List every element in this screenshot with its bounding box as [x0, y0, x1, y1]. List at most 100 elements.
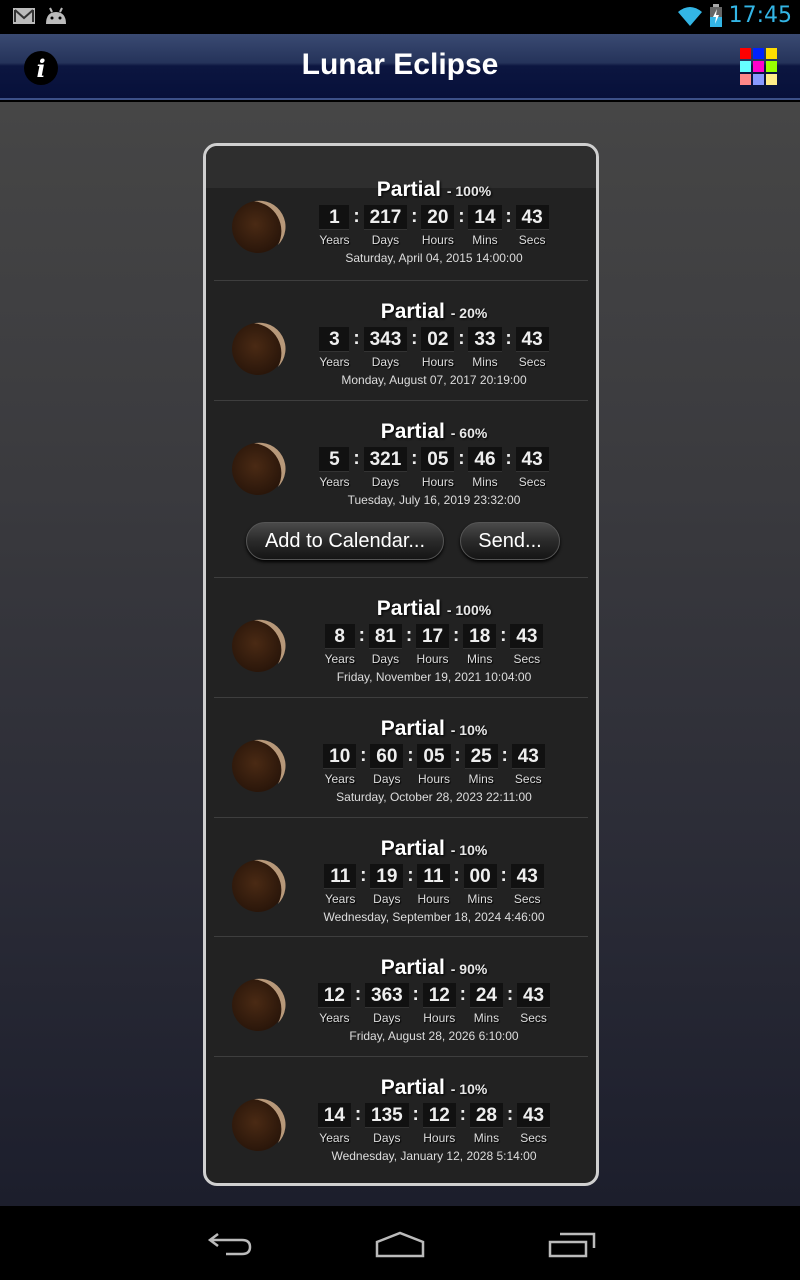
eclipse-date: Friday, August 28, 2026 6:10:00	[349, 1029, 519, 1043]
send-button[interactable]: Send...	[460, 522, 560, 560]
countdown-hours: 12 Hours	[422, 983, 456, 1025]
colon-separator: :	[505, 328, 512, 349]
eclipse-percent: - 20%	[450, 305, 488, 321]
home-icon[interactable]	[374, 1230, 426, 1260]
countdown-days-value: 19	[370, 864, 404, 889]
colon-separator: :	[412, 1104, 419, 1125]
countdown-mins: 24 Mins	[469, 983, 503, 1025]
eclipse-type: Partial	[380, 1076, 445, 1099]
countdown-secs-value: 43	[516, 983, 551, 1008]
eclipse-item[interactable]: Partial - 10% 10 Years : 60 Days : 05 Ho…	[214, 698, 588, 818]
countdown-hours: 12 Hours	[422, 1103, 456, 1145]
countdown: 10 Years : 60 Days : 05 Hours : 25 Mins …	[294, 744, 574, 786]
eclipse-info: Partial - 10% 14 Years : 135 Days : 12 H…	[294, 1075, 574, 1163]
countdown-secs-label: Secs	[513, 652, 541, 666]
countdown-years-label: Years	[319, 475, 350, 489]
grid-color-square	[753, 74, 764, 85]
countdown-days-label: Days	[373, 1131, 401, 1145]
eclipse-item[interactable]: Partial - 100% 8 Years : 81 Days : 17 Ho…	[214, 578, 588, 698]
countdown-secs-label: Secs	[513, 892, 541, 906]
countdown-years: 3 Years	[319, 327, 350, 369]
countdown-secs-label: Secs	[518, 233, 546, 247]
colon-separator: :	[452, 625, 460, 646]
countdown-days-value: 135	[365, 1103, 409, 1128]
colon-separator: :	[459, 1104, 466, 1125]
countdown-mins-value: 28	[469, 1103, 503, 1128]
eclipse-item[interactable]: Partial - 10% 14 Years : 135 Days : 12 H…	[214, 1057, 588, 1183]
colon-separator: :	[360, 745, 367, 766]
countdown-secs-label: Secs	[518, 475, 546, 489]
countdown: 8 Years : 81 Days : 17 Hours : 18 Mins :…	[294, 624, 574, 666]
color-grid-menu-button[interactable]	[740, 48, 780, 88]
countdown-mins-label: Mins	[472, 475, 498, 489]
countdown-mins-value: 00	[463, 864, 497, 889]
eclipse-item[interactable]: Partial - 100% 1 Years : 217 Days : 20 H…	[214, 146, 588, 281]
countdown-secs-value: 43	[516, 1103, 551, 1128]
eclipse-type: Partial	[376, 597, 441, 620]
colon-separator: :	[405, 625, 413, 646]
countdown-mins-label: Mins	[472, 355, 498, 369]
countdown-hours-value: 05	[421, 447, 455, 472]
countdown-secs: 43 Secs	[516, 983, 551, 1025]
countdown-mins-value: 25	[464, 744, 498, 769]
countdown: 14 Years : 135 Days : 12 Hours : 28 Mins…	[294, 1103, 574, 1145]
colon-separator: :	[411, 328, 418, 349]
eclipse-info: Partial - 10% 10 Years : 60 Days : 05 Ho…	[294, 716, 574, 804]
eclipse-title: Partial - 100%	[294, 177, 574, 203]
countdown-mins: 28 Mins	[469, 1103, 503, 1145]
eclipse-type: Partial	[380, 717, 445, 740]
colon-separator: :	[453, 865, 460, 886]
countdown-hours-value: 05	[417, 744, 451, 769]
action-bar: i Lunar Eclipse	[0, 34, 800, 100]
countdown-hours-label: Hours	[417, 892, 450, 906]
countdown-hours-label: Hours	[421, 475, 454, 489]
countdown-secs: 43 Secs	[515, 447, 549, 489]
eclipse-type: Partial	[380, 300, 445, 323]
colon-separator: :	[501, 745, 508, 766]
eclipse-item[interactable]: Partial - 20% 3 Years : 343 Days : 02 Ho…	[214, 281, 588, 401]
colon-separator: :	[353, 448, 360, 469]
eclipse-info: Partial - 20% 3 Years : 343 Days : 02 Ho…	[294, 299, 574, 387]
countdown-days-label: Days	[373, 772, 401, 786]
eclipse-item[interactable]: Partial - 60% 5 Years : 321 Days : 05 Ho…	[214, 401, 588, 578]
colon-separator: :	[353, 328, 360, 349]
colon-separator: :	[458, 206, 465, 227]
countdown-years: 1 Years	[319, 205, 350, 247]
eclipse-title: Partial - 10%	[294, 836, 574, 862]
countdown-mins: 33 Mins	[468, 327, 502, 369]
countdown-secs-label: Secs	[518, 355, 546, 369]
recent-apps-icon[interactable]	[548, 1230, 596, 1260]
countdown-mins-label: Mins	[473, 1011, 500, 1025]
eclipse-percent: - 10%	[450, 722, 488, 738]
add-to-calendar-button[interactable]: Add to Calendar...	[246, 522, 444, 560]
countdown-secs: 43 Secs	[515, 205, 549, 247]
countdown-mins: 14 Mins	[468, 205, 502, 247]
countdown-secs-value: 43	[511, 744, 545, 769]
eclipse-list[interactable]: Partial - 100% 1 Years : 217 Days : 20 H…	[203, 143, 599, 1186]
eclipse-info: Partial - 10% 11 Years : 19 Days : 11 Ho…	[294, 836, 574, 924]
moon-eclipse-icon	[232, 859, 286, 912]
back-icon[interactable]	[206, 1230, 254, 1260]
moon-eclipse-icon	[232, 1098, 286, 1151]
countdown-hours: 11 Hours	[417, 864, 450, 906]
colon-separator: :	[358, 625, 365, 646]
countdown-hours-value: 12	[422, 983, 456, 1008]
eclipse-percent: - 100%	[446, 602, 492, 618]
countdown-days-label: Days	[371, 355, 400, 369]
eclipse-date: Saturday, October 28, 2023 22:11:00	[336, 790, 532, 804]
eclipse-item[interactable]: Partial - 90% 12 Years : 363 Days : 12 H…	[214, 937, 588, 1057]
grid-color-square	[740, 48, 751, 59]
colon-separator: :	[360, 865, 367, 886]
countdown-years: 12 Years	[317, 983, 351, 1025]
grid-color-square	[753, 48, 764, 59]
grid-color-square	[753, 61, 764, 72]
colon-separator: :	[506, 1104, 514, 1125]
countdown-hours-label: Hours	[416, 652, 449, 666]
eclipse-type: Partial	[380, 420, 445, 443]
countdown: 12 Years : 363 Days : 12 Hours : 24 Mins…	[294, 983, 574, 1025]
eclipse-percent: - 100%	[446, 183, 492, 199]
countdown-years-label: Years	[319, 355, 350, 369]
status-bar: 17:45	[0, 0, 800, 34]
colon-separator: :	[506, 984, 514, 1005]
eclipse-item[interactable]: Partial - 10% 11 Years : 19 Days : 11 Ho…	[214, 818, 588, 937]
